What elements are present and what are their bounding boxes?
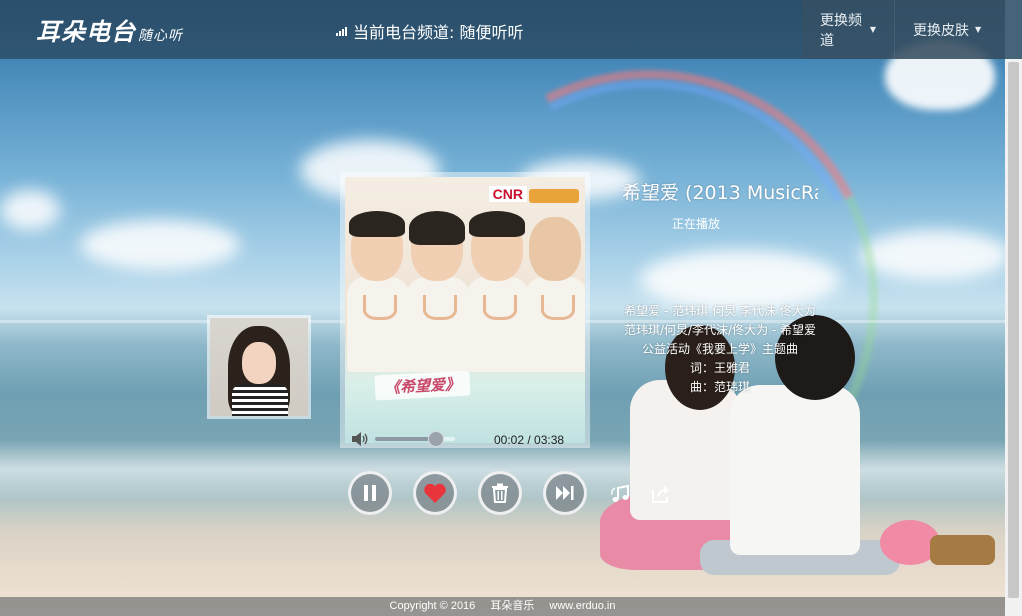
volume-handle[interactable] — [428, 431, 444, 447]
next-button[interactable] — [543, 471, 587, 515]
cnr-logo: CNR — [488, 186, 527, 202]
song-title: 希望爱 (2013 MusicRadio — [622, 182, 818, 204]
footer-site-name: 耳朵音乐 — [490, 600, 535, 612]
change-channel-menu[interactable]: 更换频道 ▼ — [802, 0, 895, 59]
site-logo[interactable]: 耳朵电台 随心听 — [36, 12, 183, 47]
description-line: 词：王雅君 — [689, 361, 750, 375]
volume-fill — [375, 437, 435, 441]
playing-status: 正在播放 — [672, 217, 721, 231]
scrollbar-thumb[interactable] — [1008, 62, 1019, 598]
music-note-icon[interactable] — [610, 484, 632, 504]
station-logo — [529, 189, 579, 203]
pause-button[interactable] — [348, 471, 392, 515]
description-line: 希望爱 - 范玮琪 何炅 李代沫 佟大为 — [624, 304, 816, 318]
change-skin-label: 更换皮肤 — [913, 22, 969, 39]
logo-sub-text: 随心听 — [138, 28, 183, 44]
album-cover: CNR 《希望爱》 — [345, 177, 585, 443]
current-channel-label: 当前电台频道: 随便听听 — [353, 23, 524, 42]
change-channel-label: 更换频道 — [820, 12, 862, 49]
song-description: 希望爱 - 范玮琪 何炅 李代沫 佟大为 范玮琪/何炅/李代沫/佟大为 - 希望… — [620, 302, 820, 397]
playback-time: 00:02 / 03:38 — [494, 433, 565, 447]
caret-down-icon: ▼ — [975, 25, 982, 34]
caret-down-icon: ▼ — [869, 25, 876, 34]
footer: Copyright © 2016 耳朵音乐 www.erduo.in — [0, 597, 1005, 616]
footer-url[interactable]: www.erduo.in — [549, 600, 615, 612]
artist-avatar — [210, 318, 308, 416]
heart-icon — [424, 483, 446, 503]
album-cover-title: 《希望爱》 — [374, 370, 471, 401]
change-skin-menu[interactable]: 更换皮肤 ▼ — [895, 0, 1005, 59]
pause-icon — [364, 485, 376, 501]
like-button[interactable] — [413, 471, 457, 515]
delete-button[interactable] — [478, 471, 522, 515]
trash-icon — [492, 483, 508, 503]
share-icon[interactable] — [650, 484, 672, 504]
description-line: 范玮琪/何炅/李代沫/佟大为 - 希望爱 — [623, 323, 817, 337]
footer-copyright: Copyright © 2016 — [389, 600, 476, 612]
artist-avatar-frame — [207, 315, 311, 419]
description-line: 公益活动《我要上学》主题曲 — [641, 342, 798, 356]
volume-icon[interactable] — [351, 432, 369, 446]
signal-bars-icon — [336, 26, 347, 36]
top-header: 耳朵电台 随心听 当前电台频道: 随便听听 更换频道 ▼ 更换皮肤 ▼ — [0, 0, 1022, 59]
current-channel: 当前电台频道: 随便听听 — [336, 19, 523, 43]
description-line: 曲：范玮琪 — [689, 380, 750, 394]
album-cover-frame: CNR 《希望爱》 — [340, 172, 590, 448]
logo-main-text: 耳朵电台 — [36, 17, 136, 46]
next-icon — [556, 486, 574, 500]
